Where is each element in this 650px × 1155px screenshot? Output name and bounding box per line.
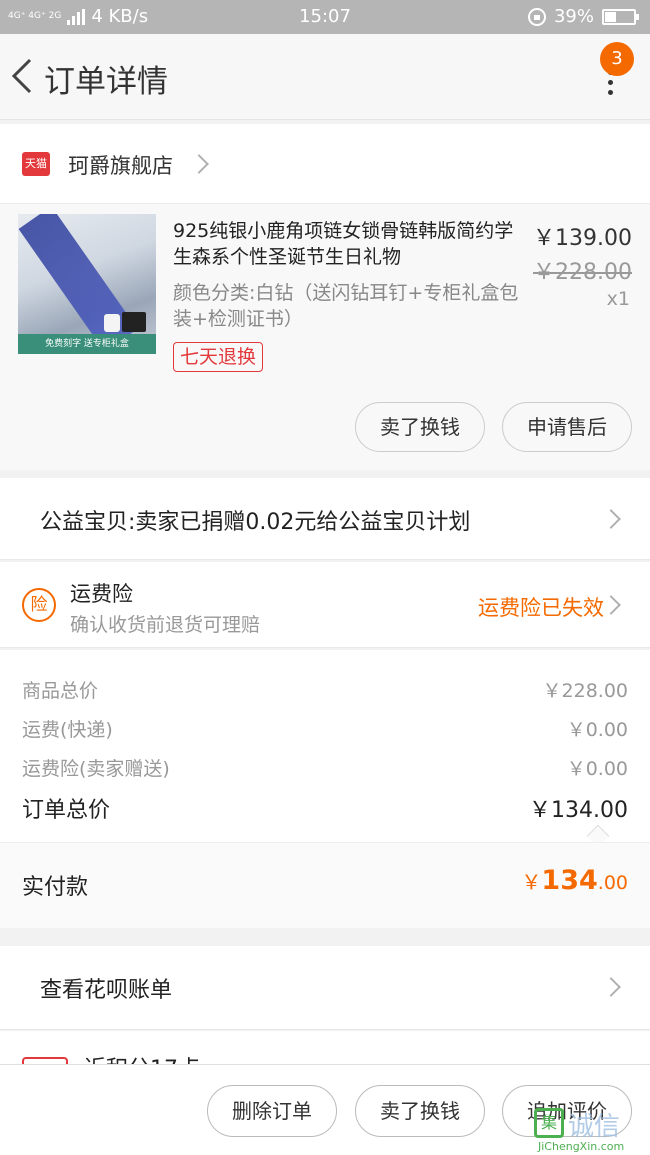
amount-decimal: .00: [597, 872, 628, 894]
insurance-status: 运费险已失效: [478, 596, 604, 620]
actual-paid-row: 实付款 ￥134.00: [0, 842, 650, 928]
insurance-icon: 险: [22, 588, 56, 622]
summary-value: ￥228.00: [542, 680, 628, 702]
product-original-price: ￥228.00: [533, 260, 632, 285]
summary-row-total: 订单总价 ￥134.00: [22, 792, 628, 824]
status-bar: 4G⁺ 4G⁺ 2G 4 KB/s 15:07 39%: [0, 0, 650, 34]
sell-for-cash-button[interactable]: 卖了换钱: [355, 402, 485, 452]
product-price: ￥139.00: [533, 226, 632, 251]
charity-row[interactable]: 公益宝贝:卖家已捐赠0.02元给公益宝贝计划: [0, 478, 650, 560]
notification-badge: 3: [600, 42, 634, 76]
huabei-bill-row[interactable]: 查看花呗账单: [0, 946, 650, 1030]
order-total-label: 订单总价: [22, 798, 111, 823]
tmall-icon: 天猫: [22, 152, 50, 176]
battery-icon: [602, 8, 639, 25]
currency-symbol: ￥: [521, 870, 542, 894]
summary-label: 运费(快递): [22, 719, 113, 741]
nav-bar: 订单详情 3: [0, 34, 650, 120]
summary-value: ￥0.00: [566, 719, 628, 741]
seven-day-return-tag: 七天退换: [173, 342, 264, 372]
watermark-url: JiChengXin.com: [538, 1140, 625, 1153]
watermark-logo-icon: 集: [534, 1108, 564, 1138]
summary-row-goods: 商品总价 ￥228.00: [22, 676, 628, 703]
product-image[interactable]: 免费刻字 送专柜礼盒: [18, 214, 156, 354]
back-icon[interactable]: [8, 56, 38, 96]
shipping-insurance-row[interactable]: 险 运费险 确认收货前退货可理赔 运费险已失效: [0, 562, 650, 648]
sell-for-cash-button[interactable]: 卖了换钱: [355, 1085, 485, 1137]
chevron-right-icon: [601, 977, 621, 997]
watermark: 集 诚信 JiChengXin.com: [534, 1104, 644, 1154]
insurance-title: 运费险: [70, 582, 133, 606]
product-title[interactable]: 925纯银小鹿角项链女锁骨链韩版简约学生森系个性圣诞节生日礼物: [173, 218, 518, 270]
shop-name[interactable]: 珂爵旗舰店: [68, 150, 173, 180]
product-image-caption: 免费刻字 送专柜礼盒: [18, 334, 156, 354]
huabei-bill-text: 查看花呗账单: [40, 978, 173, 1003]
battery-percent: 39%: [553, 6, 594, 27]
product-spec: 颜色分类:白钻（送闪钻耳钉+专柜礼盒包装+检测证书）: [173, 282, 519, 330]
summary-row-insurance: 运费险(卖家赠送) ￥0.00: [22, 754, 628, 781]
actual-paid-label: 实付款: [22, 875, 89, 900]
shop-row[interactable]: 天猫 珂爵旗舰店: [0, 124, 650, 204]
actual-paid-amount: ￥134.00: [521, 865, 628, 896]
amount-integer: 134: [541, 865, 598, 896]
charity-text: 公益宝贝:卖家已捐赠0.02元给公益宝贝计划: [40, 510, 471, 535]
summary-value: ￥0.00: [566, 758, 628, 780]
chevron-right-icon: [189, 154, 209, 174]
chevron-right-icon: [601, 509, 621, 529]
status-right: 39%: [527, 6, 639, 27]
price-summary: 商品总价 ￥228.00 运费(快递) ￥0.00 运费险(卖家赠送) ￥0.0…: [0, 650, 650, 848]
summary-row-shipping: 运费(快递) ￥0.00: [22, 715, 628, 742]
insurance-subtitle: 确认收货前退货可理赔: [70, 614, 261, 636]
product-quantity: x1: [606, 288, 630, 310]
page-title: 订单详情: [44, 64, 168, 100]
apply-after-sale-button[interactable]: 申请售后: [502, 402, 632, 452]
chevron-right-icon: [601, 595, 621, 615]
order-total-value: ￥134.00: [529, 798, 628, 823]
delete-order-button[interactable]: 删除订单: [207, 1085, 337, 1137]
rotation-lock-icon: [527, 7, 546, 26]
summary-label: 商品总价: [22, 680, 99, 702]
product-item[interactable]: 免费刻字 送专柜礼盒 925纯银小鹿角项链女锁骨链韩版简约学生森系个性圣诞节生日…: [0, 204, 650, 470]
summary-label: 运费险(卖家赠送): [22, 758, 170, 780]
watermark-text: 诚信: [568, 1112, 621, 1142]
